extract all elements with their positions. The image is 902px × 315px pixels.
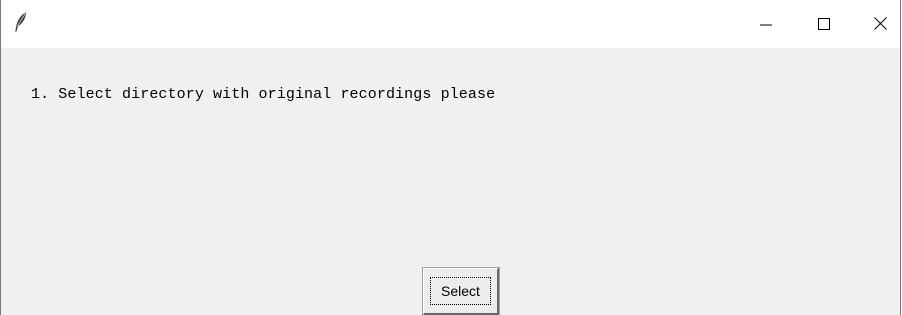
close-button[interactable] <box>857 0 902 48</box>
main-content: 1. Select directory with original record… <box>1 48 900 315</box>
minimize-button[interactable] <box>743 0 789 48</box>
select-button[interactable]: Select <box>422 267 500 315</box>
maximize-icon <box>818 15 830 34</box>
title-bar[interactable] <box>1 0 900 48</box>
close-icon <box>873 15 887 34</box>
feather-icon <box>13 11 29 33</box>
maximize-button[interactable] <box>801 0 847 48</box>
minimize-icon <box>760 15 772 34</box>
instruction-label: 1. Select directory with original record… <box>31 86 496 103</box>
select-button-label: Select <box>430 277 491 305</box>
app-window: 1. Select directory with original record… <box>0 0 901 315</box>
